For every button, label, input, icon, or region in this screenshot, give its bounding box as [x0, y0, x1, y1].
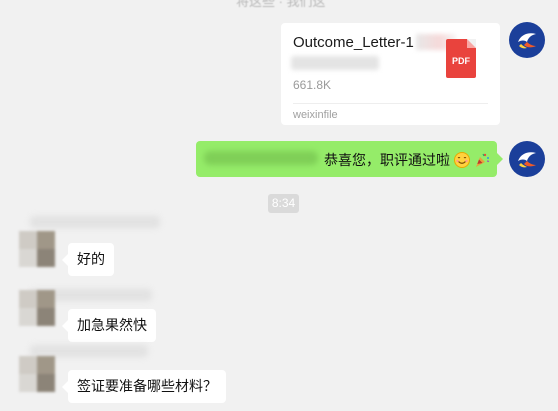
contact-avatar[interactable] [19, 231, 55, 267]
file-source-label: weixinfile [293, 109, 338, 121]
contact-avatar[interactable] [19, 356, 55, 392]
sender-name-redacted [30, 216, 160, 228]
self-avatar[interactable] [509, 22, 545, 58]
sent-message-bubble[interactable]: 恭喜您，职评通过啦 [196, 141, 503, 177]
received-message-bubble[interactable]: 签证要准备哪些材料？ [62, 370, 226, 403]
redacted-filename-line [291, 56, 379, 70]
smile-emoji-icon [453, 152, 470, 168]
file-size: 661.8K [293, 78, 332, 92]
sent-message-text: 恭喜您，职评通过啦 [324, 152, 450, 168]
file-name: Outcome_Letter-1 [293, 34, 456, 51]
bird-logo-icon [518, 33, 536, 49]
received-message-bubble[interactable]: 好的 [62, 243, 114, 276]
self-avatar[interactable] [509, 141, 545, 177]
redacted-text [204, 151, 318, 165]
pdf-file-icon: PDF [446, 39, 476, 78]
contact-avatar[interactable] [19, 290, 55, 326]
file-card-divider [293, 103, 488, 104]
bird-logo-icon [518, 152, 536, 168]
message-timestamp: 8:34 [268, 194, 299, 213]
party-popper-icon [474, 152, 490, 168]
partial-top-text: 将这些 · 我们这 [236, 0, 326, 9]
received-message-bubble[interactable]: 加急果然快 [62, 309, 156, 342]
file-message-card[interactable]: Outcome_Letter-1 661.8K PDF weixinfile [281, 23, 500, 125]
